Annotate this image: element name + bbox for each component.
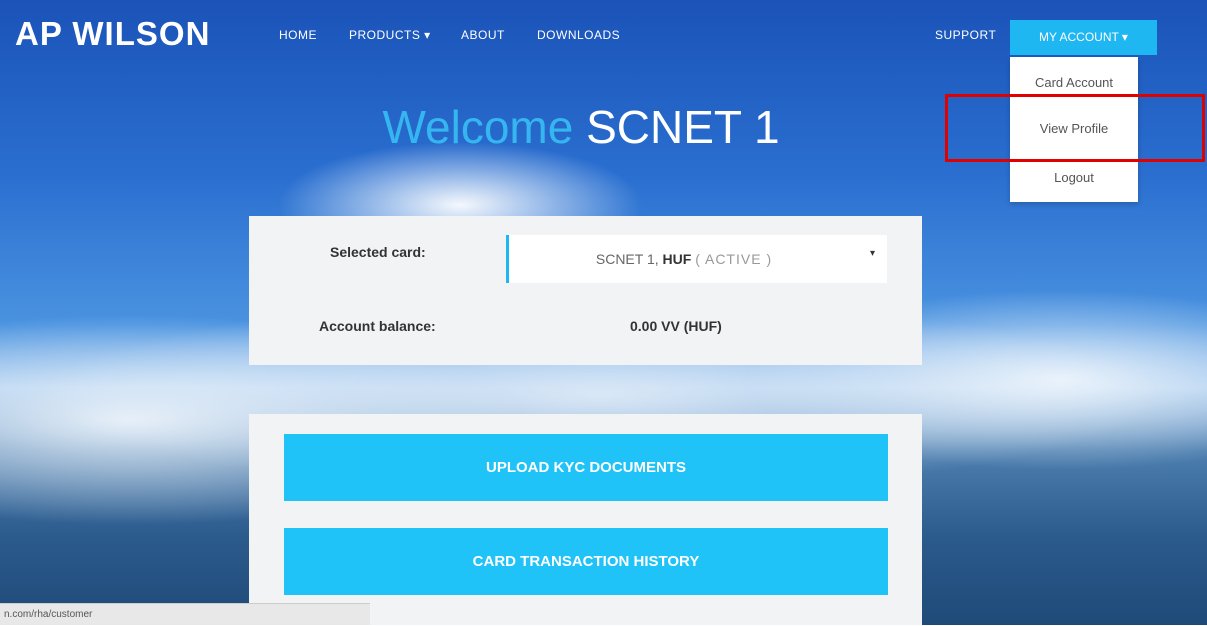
caret-down-icon: ▾ — [869, 248, 875, 259]
card-currency: HUF — [662, 251, 692, 267]
welcome-heading: Welcome SCNET 1 — [0, 100, 1162, 154]
menu-item-card-account[interactable]: Card Account — [1010, 75, 1138, 90]
card-select-dropdown[interactable]: SCNET 1, HUF ( ACTIVE ) ▾ — [506, 235, 887, 283]
nav-products[interactable]: PRODUCTS ▾ — [349, 28, 431, 42]
welcome-prefix: Welcome — [382, 101, 574, 153]
card-status: ( ACTIVE ) — [695, 251, 773, 267]
upload-kyc-documents-button[interactable]: UPLOAD KYC DOCUMENTS — [284, 434, 888, 501]
nav-support[interactable]: SUPPORT — [935, 28, 996, 42]
brand-logo[interactable]: AP WILSON — [15, 15, 210, 53]
nav-downloads[interactable]: DOWNLOADS — [537, 28, 620, 42]
account-balance-label: Account balance: — [319, 318, 436, 334]
nav-home[interactable]: HOME — [279, 28, 317, 42]
card-select-value: SCNET 1, HUF ( ACTIVE ) — [509, 235, 859, 283]
card-name: SCNET 1, — [595, 251, 659, 267]
menu-item-logout[interactable]: Logout — [1010, 170, 1138, 185]
my-account-button[interactable]: MY ACCOUNT ▾ — [1010, 20, 1157, 55]
nav-about[interactable]: ABOUT — [461, 28, 505, 42]
account-balance-value: 0.00 VV (HUF) — [630, 318, 722, 334]
card-transaction-history-button[interactable]: CARD TRANSACTION HISTORY — [284, 528, 888, 595]
welcome-user-name: SCNET 1 — [586, 101, 780, 153]
selected-card-label: Selected card: — [330, 244, 426, 260]
browser-status-bar: n.com/rha/customer — [0, 603, 370, 625]
